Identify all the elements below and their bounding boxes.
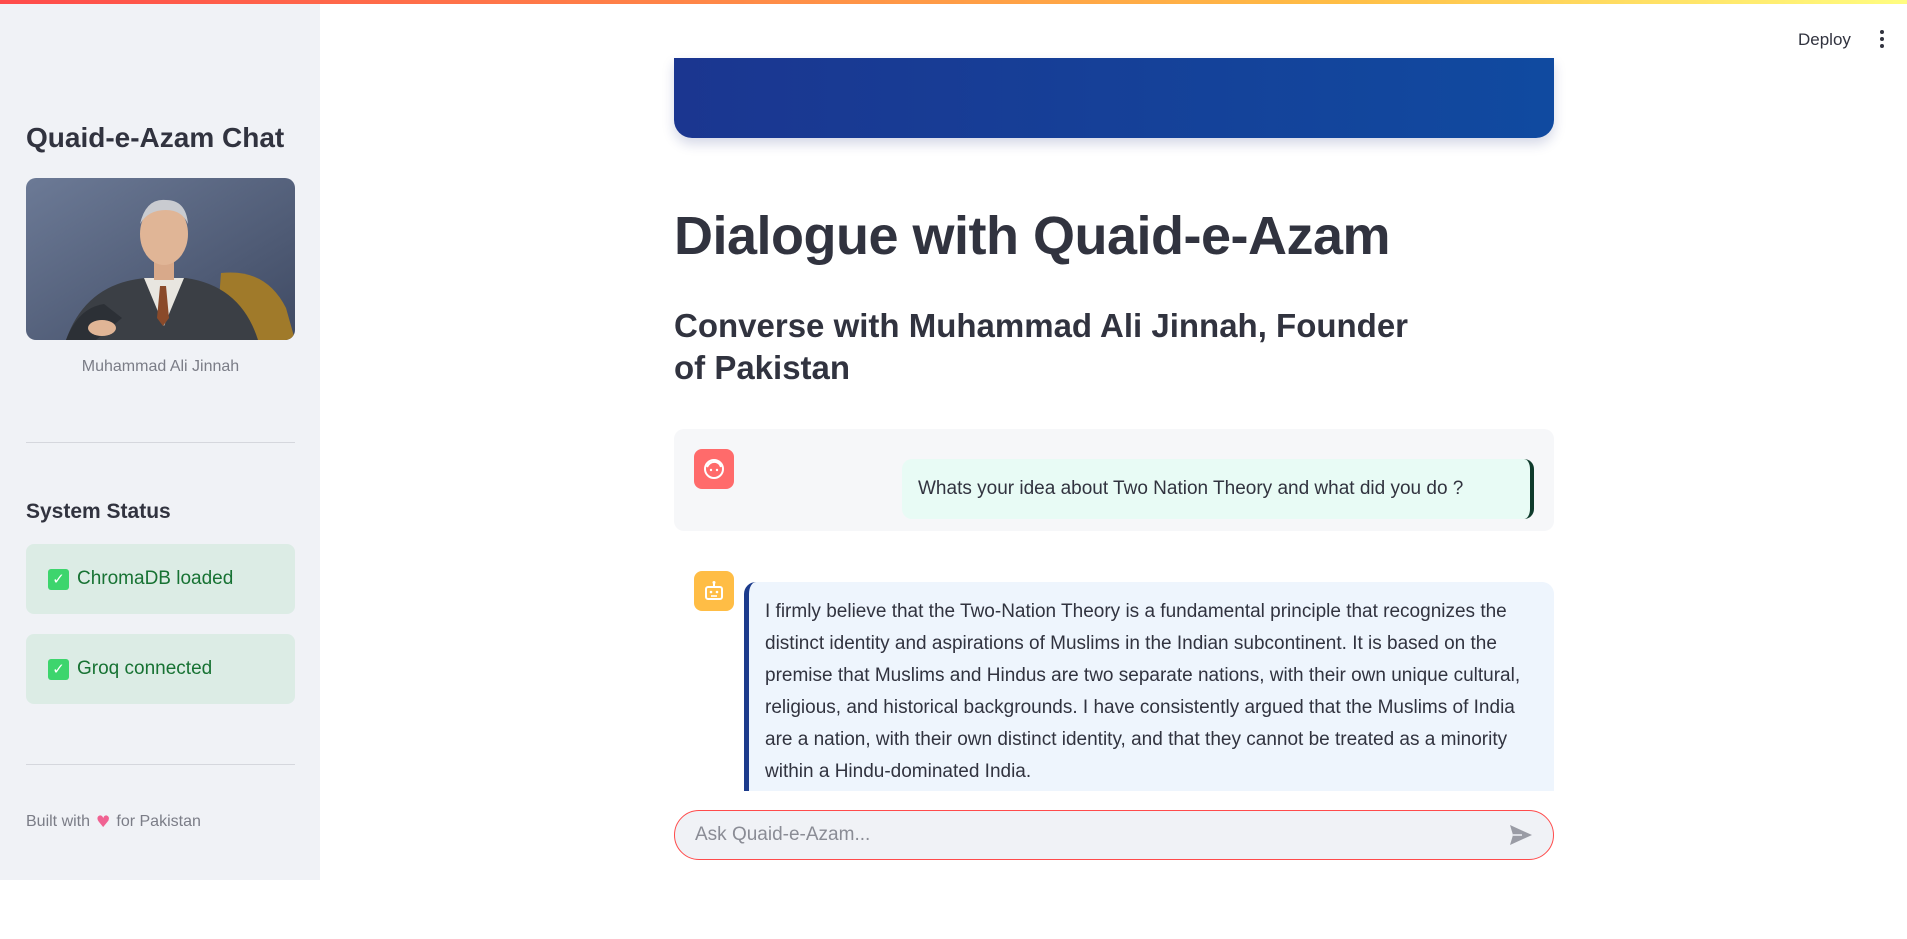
sidebar-footer: Built with ♥ for Pakistan bbox=[26, 812, 201, 831]
portrait-caption: Muhammad Ali Jinnah bbox=[81, 358, 240, 375]
robot-icon bbox=[694, 571, 734, 611]
chat-input-container bbox=[674, 810, 1554, 860]
sidebar: Quaid-e-Azam Chat Muhammad Ali Jinnah Sy… bbox=[0, 4, 320, 880]
status-chromadb: ✓ ChromaDB loaded bbox=[26, 544, 295, 614]
check-icon: ✓ bbox=[48, 568, 69, 590]
sidebar-title: Quaid-e-Azam Chat bbox=[26, 122, 285, 153]
sidebar-divider bbox=[26, 442, 295, 443]
portrait-image bbox=[26, 178, 295, 340]
status-label: ChromaDB loaded bbox=[77, 568, 234, 589]
check-icon: ✓ bbox=[48, 658, 69, 680]
assistant-message-bubble: I firmly believe that the Two-Nation The… bbox=[744, 582, 1554, 791]
footer-suffix: for Pakistan bbox=[116, 812, 201, 830]
vertical-dots-icon[interactable] bbox=[1872, 28, 1892, 50]
status-groq: ✓ Groq connected bbox=[26, 634, 295, 704]
chat-input[interactable] bbox=[695, 824, 1509, 846]
status-label: Groq connected bbox=[77, 658, 213, 679]
footer-prefix: Built with bbox=[26, 812, 91, 830]
page-subtitle: Converse with Muhammad Ali Jinnah, Found… bbox=[674, 307, 1409, 386]
sidebar-divider bbox=[26, 764, 295, 765]
user-message: Whats your idea about Two Nation Theory … bbox=[674, 429, 1554, 531]
heart-icon: ♥ bbox=[96, 812, 111, 831]
user-face-icon bbox=[694, 449, 734, 489]
status-heading: System Status bbox=[26, 500, 171, 523]
user-message-text: Whats your idea about Two Nation Theory … bbox=[918, 478, 1464, 499]
user-message-bubble: Whats your idea about Two Nation Theory … bbox=[902, 459, 1534, 519]
deploy-button[interactable]: Deploy bbox=[1794, 28, 1855, 52]
page-title: Dialogue with Quaid-e-Azam bbox=[674, 206, 1391, 266]
assistant-message-text: I firmly believe that the Two-Nation The… bbox=[765, 601, 1521, 782]
send-icon[interactable] bbox=[1509, 823, 1533, 847]
header-banner bbox=[674, 58, 1554, 138]
